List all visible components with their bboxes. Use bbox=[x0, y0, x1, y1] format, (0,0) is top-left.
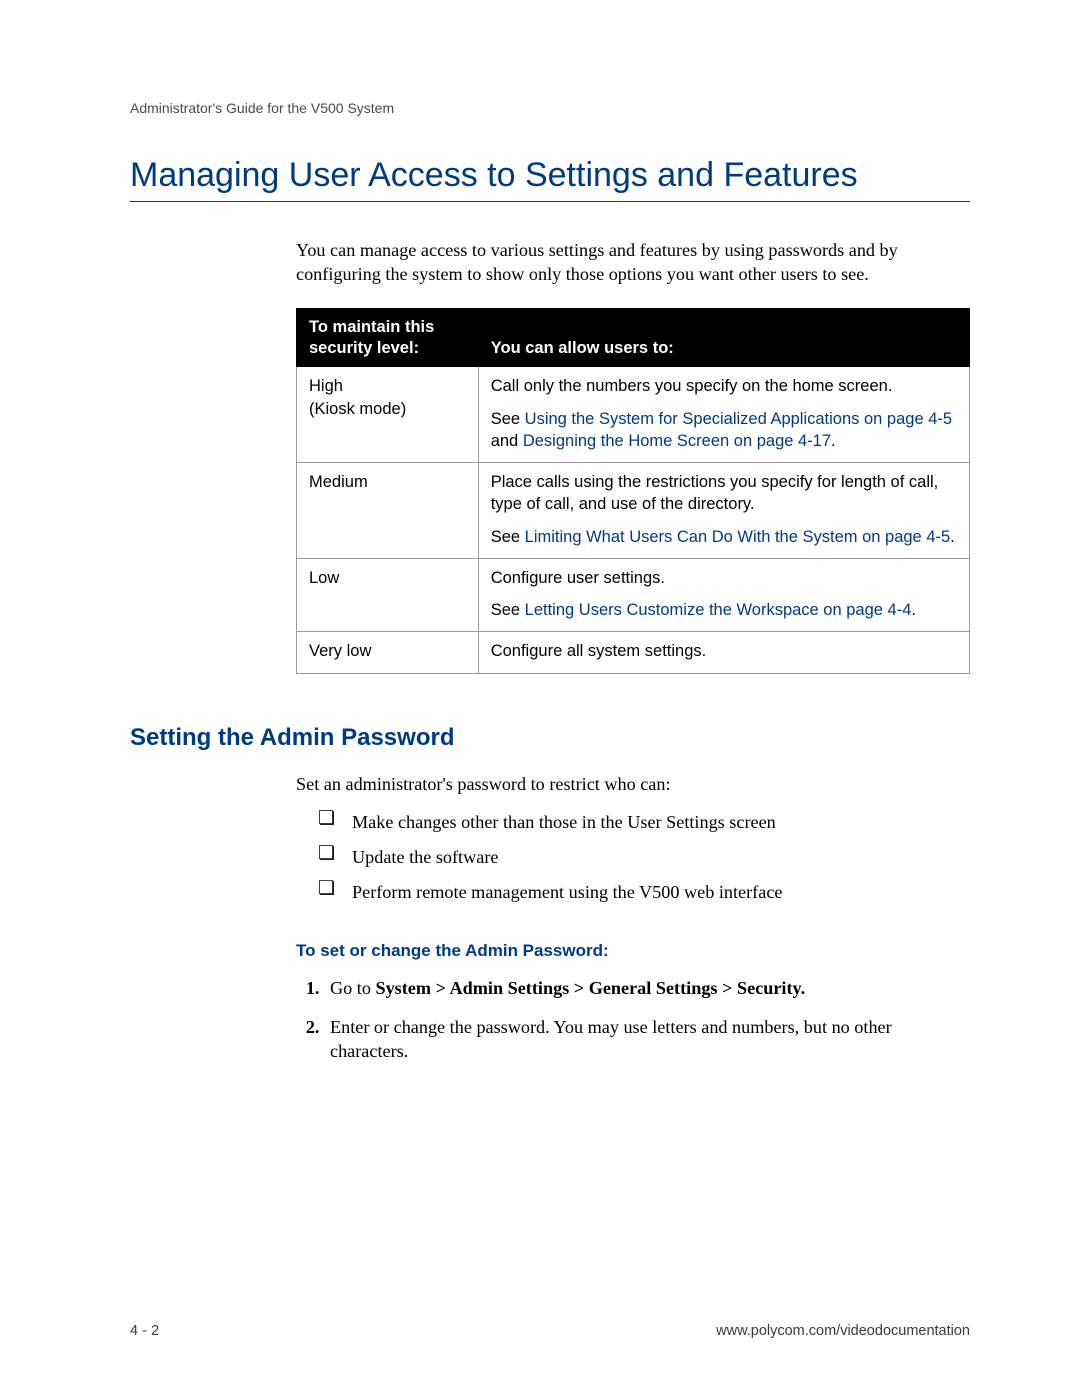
table-row: Medium Place calls using the restriction… bbox=[297, 463, 970, 559]
list-item: Go to System > Admin Settings > General … bbox=[324, 976, 970, 1001]
list-item: Enter or change the password. You may us… bbox=[324, 1015, 970, 1064]
cell-level-medium: Medium bbox=[297, 463, 479, 559]
cell-desc-high: Call only the numbers you specify on the… bbox=[478, 367, 969, 463]
cell-level-low: Low bbox=[297, 558, 479, 632]
cell-desc-low: Configure user settings. See Letting Use… bbox=[478, 558, 969, 632]
cell-level-verylow: Very low bbox=[297, 632, 479, 673]
admin-password-intro: Set an administrator's password to restr… bbox=[296, 772, 970, 796]
xref-link[interactable]: Limiting What Users Can Do With the Syst… bbox=[525, 528, 951, 546]
xref-link[interactable]: Letting Users Customize the Workspace on… bbox=[525, 601, 912, 619]
running-header: Administrator's Guide for the V500 Syste… bbox=[130, 100, 970, 116]
xref-link[interactable]: Using the System for Specialized Applica… bbox=[525, 410, 952, 428]
list-item: Update the software bbox=[318, 845, 970, 869]
table-row: Low Configure user settings. See Letting… bbox=[297, 558, 970, 632]
xref-link[interactable]: Designing the Home Screen on page 4-17 bbox=[523, 432, 831, 450]
procedure-heading: To set or change the Admin Password: bbox=[296, 940, 970, 962]
document-page: Administrator's Guide for the V500 Syste… bbox=[0, 0, 1080, 1397]
steps-list: Go to System > Admin Settings > General … bbox=[296, 976, 970, 1064]
list-item: Perform remote management using the V500… bbox=[318, 880, 970, 904]
page-number: 4 - 2 bbox=[130, 1323, 159, 1339]
intro-paragraph: You can manage access to various setting… bbox=[296, 238, 970, 286]
nav-path: System > Admin Settings > General Settin… bbox=[375, 978, 805, 998]
cell-desc-medium: Place calls using the restrictions you s… bbox=[478, 463, 969, 559]
table-row: Very low Configure all system settings. bbox=[297, 632, 970, 673]
page-title: Managing User Access to Settings and Fea… bbox=[130, 156, 970, 202]
list-item: Make changes other than those in the Use… bbox=[318, 810, 970, 834]
table-header-allow: You can allow users to: bbox=[478, 309, 969, 367]
table-row: High (Kiosk mode) Call only the numbers … bbox=[297, 367, 970, 463]
security-levels-table: To maintain this security level: You can… bbox=[296, 308, 970, 674]
checklist: Make changes other than those in the Use… bbox=[318, 810, 970, 904]
table-header-level: To maintain this security level: bbox=[297, 309, 479, 367]
cell-level-high: High (Kiosk mode) bbox=[297, 367, 479, 463]
page-footer: 4 - 2 www.polycom.com/videodocumentation bbox=[130, 1323, 970, 1339]
section-heading-admin-password: Setting the Admin Password bbox=[130, 724, 970, 752]
footer-url: www.polycom.com/videodocumentation bbox=[716, 1323, 970, 1339]
cell-desc-verylow: Configure all system settings. bbox=[478, 632, 969, 673]
